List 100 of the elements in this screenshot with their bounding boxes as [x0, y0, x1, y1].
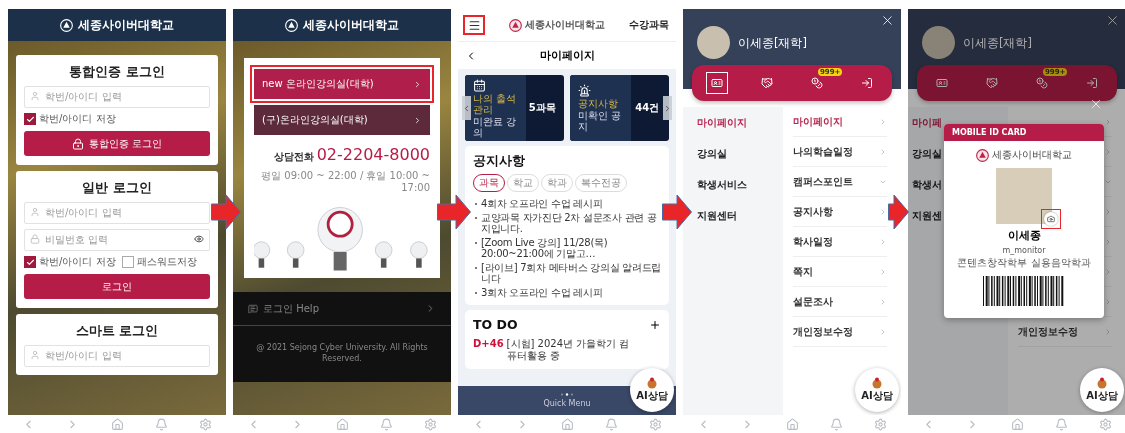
submenu-item[interactable]: 개인정보수정 [1018, 324, 1078, 339]
home-icon[interactable] [110, 417, 124, 431]
filter-tab[interactable]: 복수전공 [575, 174, 627, 192]
chevron-icon [1104, 117, 1112, 126]
input-field[interactable]: 학번/아이디 입력 [24, 344, 210, 367]
chevron-icon [879, 327, 887, 336]
notice-item[interactable]: [라이브] 7회차 메타버스 강의실 알려드립니다 [473, 261, 661, 285]
home-icon[interactable] [785, 417, 799, 431]
mascot-icon [871, 377, 883, 389]
next-button[interactable] [663, 96, 672, 120]
settings-icon[interactable] [1099, 417, 1112, 431]
quick-menu-link[interactable]: Quick Menu [543, 399, 591, 408]
chevron-icon [1104, 207, 1112, 216]
user-icon [30, 350, 40, 360]
close-icon [1089, 97, 1103, 111]
bell-icon[interactable] [379, 417, 393, 431]
submenu-item[interactable]: 공지사항 [793, 204, 833, 219]
chevron-icon [1104, 297, 1112, 306]
category-item[interactable]: 강의실 [697, 138, 727, 169]
step-arrow [211, 194, 241, 230]
chevron-icon [879, 297, 887, 306]
category-item[interactable]: 지원센 [912, 200, 942, 231]
filter-tab[interactable]: 학과 [541, 174, 573, 192]
password-field[interactable]: 비밀번호 입력 [24, 228, 210, 251]
step-arrow [888, 194, 909, 230]
step-arrow [662, 194, 692, 230]
d-day: D+46 [473, 338, 504, 349]
notice-item[interactable]: [Zoom Live 강의] 11/28(목) 20:00~21:00에 기말고… [473, 236, 661, 260]
mascot-icon [1096, 377, 1108, 389]
category-item[interactable]: 강의실 [912, 138, 942, 169]
submenu-item[interactable]: 개인정보수정 [793, 324, 853, 339]
avatar [922, 26, 955, 59]
close-button[interactable] [1105, 13, 1120, 28]
submenu-item[interactable]: 나의학습일정 [793, 144, 853, 159]
bell-icon[interactable] [604, 417, 618, 431]
eye-icon[interactable] [194, 234, 204, 244]
category-item[interactable]: 마이페 [912, 107, 942, 138]
classroom-button[interactable]: new 온라인강의실(대학) [254, 69, 430, 99]
bell-icon[interactable] [1054, 417, 1068, 431]
category-item[interactable]: 지원센터 [697, 200, 737, 231]
checkbox[interactable] [24, 113, 36, 125]
notice-item[interactable]: 3회차 오프라인 수업 레시피 [473, 286, 661, 298]
notice-item[interactable]: 4회차 오프라인 수업 레시피 [473, 198, 661, 210]
summary-label: 나의 출석관리 [473, 92, 518, 115]
coins-icon [1036, 77, 1048, 89]
mascot-icon [646, 377, 658, 389]
submenu-item[interactable]: 학사일정 [793, 234, 833, 249]
submenu-item[interactable]: 설문조사 [793, 294, 833, 309]
user-name: 이세종[재학] [963, 36, 1032, 51]
help-link[interactable]: 로그인 Help [263, 301, 420, 316]
previous-button[interactable] [462, 96, 471, 120]
courses-link[interactable]: 수강과목 [629, 18, 669, 32]
filter-tab[interactable]: 학교 [507, 174, 539, 192]
user-id: m_monitor [1002, 246, 1046, 255]
submenu-item[interactable]: 쪽지 [793, 264, 813, 279]
summary-title: 미완료 강의 [473, 115, 518, 138]
input-field[interactable]: 학번/아이디 입력 [24, 201, 210, 224]
home-icon[interactable] [560, 417, 574, 431]
id-card-icon [711, 77, 723, 89]
logo-text: 세종사이버대학교 [525, 18, 605, 32]
menu-button[interactable] [463, 15, 485, 35]
todo-item[interactable]: [시험] 2024년 가을학기 컴퓨터활용 중 [506, 338, 639, 362]
settings-icon[interactable] [649, 417, 662, 431]
lock-icon [30, 234, 40, 244]
bell-icon[interactable] [154, 417, 168, 431]
submenu-item[interactable]: 마이페이지 [793, 114, 843, 129]
close-button[interactable] [880, 13, 895, 28]
filter-tab[interactable]: 과목 [473, 174, 505, 192]
category-item[interactable]: 학생서비스 [697, 169, 747, 200]
checkbox[interactable] [121, 256, 134, 268]
page-title: 마이페이지 [538, 48, 596, 63]
bell-icon[interactable] [829, 417, 843, 431]
login-button[interactable]: 로그인 [24, 274, 210, 299]
card-title: 통합인증 로그인 [68, 64, 166, 80]
settings-icon[interactable] [874, 417, 887, 431]
add-icon[interactable] [649, 318, 661, 331]
close-icon [880, 13, 895, 28]
settings-icon[interactable] [199, 417, 212, 431]
category-item[interactable]: 마이페이지 [697, 107, 747, 138]
home-icon[interactable] [1010, 417, 1024, 431]
summary-card[interactable]: 공지사항 미확인 공지 44건 [570, 75, 669, 141]
chevron-icon [413, 115, 422, 125]
phone-number: 02-2204-8000 [316, 145, 430, 164]
copyright-text: @ 2021 Sejong Cyber University. All Rights Reserved. [255, 342, 429, 365]
settings-icon[interactable] [424, 417, 437, 431]
category-item[interactable]: 학생서 [912, 169, 942, 200]
input-field[interactable]: 학번/아이디 입력 [24, 85, 210, 108]
submenu-item[interactable]: 캠퍼스포인트 [793, 174, 853, 189]
icon-button[interactable] [706, 72, 728, 94]
summary-card[interactable]: 나의 출석관리 미완료 강의 5과목 [465, 75, 564, 141]
chevron-icon [879, 147, 887, 156]
notice-item[interactable]: 교양과목 자가진단 2차 설문조사 관련 공지입니다. [473, 211, 661, 235]
emblem-icon [509, 18, 522, 32]
summary-label: 공지사항 [578, 98, 619, 109]
classroom-button[interactable]: (구)온라인강의실(대학) [254, 105, 430, 135]
checkbox[interactable] [24, 256, 36, 268]
login-button[interactable]: 통합인증 로그인 [24, 131, 210, 156]
home-icon[interactable] [335, 417, 349, 431]
sign-in-icon [861, 77, 873, 89]
close-button[interactable] [1089, 97, 1103, 111]
